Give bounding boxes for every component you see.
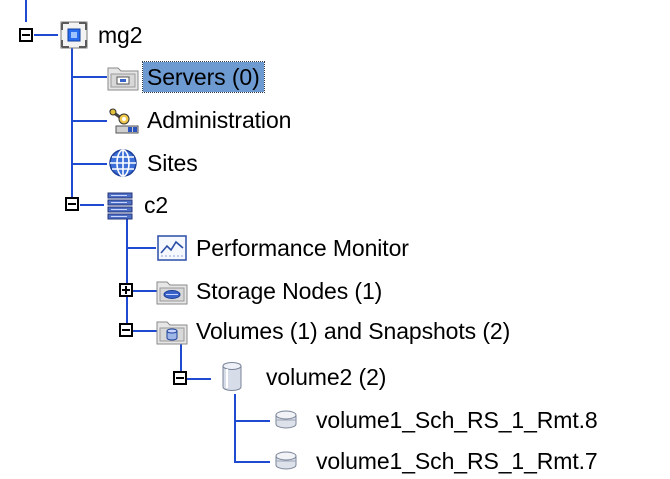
tree-node-volumes-and-snapshots[interactable]: Volumes (1) and Snapshots (2) <box>156 315 514 347</box>
tree-node-label: Servers (0) <box>142 61 265 93</box>
storage-nodes-folder-icon <box>156 275 188 307</box>
connector-line <box>180 344 182 372</box>
connector-line <box>71 76 107 78</box>
snapshot-icon <box>270 445 302 477</box>
servers-folder-icon <box>107 61 139 93</box>
connector-line <box>126 247 156 249</box>
tree-node-label: Sites <box>147 150 198 176</box>
connector-line <box>71 120 107 122</box>
tree-node-c2[interactable]: c2 <box>104 189 172 221</box>
tree-node-servers[interactable]: Servers (0) <box>107 61 265 93</box>
connector-line <box>133 290 157 292</box>
tree-node-label: Performance Monitor <box>196 235 409 261</box>
tree-node-storage-nodes[interactable]: Storage Nodes (1) <box>156 275 386 307</box>
volumes-folder-icon <box>156 315 188 347</box>
navigation-tree: mg2 Servers (0) Administration Sites c2 … <box>0 0 670 479</box>
tree-node-performance-monitor[interactable]: Performance Monitor <box>156 232 413 264</box>
globe-icon <box>107 147 139 179</box>
tree-node-snapshot[interactable]: volume1_Sch_RS_1_Rmt.7 <box>270 445 602 477</box>
connector-line <box>133 330 157 332</box>
connector-line <box>187 378 211 380</box>
connector-line <box>126 218 128 330</box>
collapse-toggle-c2[interactable] <box>65 197 79 211</box>
tree-node-mg2[interactable]: mg2 <box>58 19 146 51</box>
collapse-toggle-volumes[interactable] <box>119 323 133 337</box>
tree-node-label: volume2 (2) <box>266 364 387 390</box>
tree-node-sites[interactable]: Sites <box>107 147 202 179</box>
collapse-toggle-volume2[interactable] <box>173 371 187 385</box>
tree-node-label: Administration <box>147 107 292 133</box>
tree-node-administration[interactable]: Administration <box>107 104 295 136</box>
snapshot-icon <box>270 404 302 436</box>
tree-node-label: c2 <box>144 192 169 218</box>
connector-line <box>34 34 58 36</box>
tree-node-label: mg2 <box>98 22 143 48</box>
connector-line <box>234 420 270 422</box>
performance-monitor-icon <box>156 232 188 264</box>
connector-line <box>80 204 104 206</box>
volume-icon <box>216 361 248 393</box>
management-group-icon <box>58 19 90 51</box>
collapse-toggle-mg2[interactable] <box>19 28 33 42</box>
tree-node-label: Volumes (1) and Snapshots (2) <box>196 318 511 344</box>
connector-line <box>234 394 236 462</box>
connector-line <box>234 461 270 463</box>
tree-node-label: volume1_Sch_RS_1_Rmt.7 <box>316 448 598 474</box>
expand-toggle-storage-nodes[interactable] <box>119 283 133 297</box>
tree-node-volume2[interactable]: volume2 (2) <box>216 361 390 393</box>
administration-icon <box>107 104 139 136</box>
cluster-icon <box>104 189 136 221</box>
tree-node-label: volume1_Sch_RS_1_Rmt.8 <box>316 407 598 433</box>
connector-line <box>25 0 27 22</box>
tree-node-label: Storage Nodes (1) <box>196 278 383 304</box>
tree-node-snapshot[interactable]: volume1_Sch_RS_1_Rmt.8 <box>270 404 602 436</box>
connector-line <box>71 163 107 165</box>
connector-line <box>71 48 73 204</box>
